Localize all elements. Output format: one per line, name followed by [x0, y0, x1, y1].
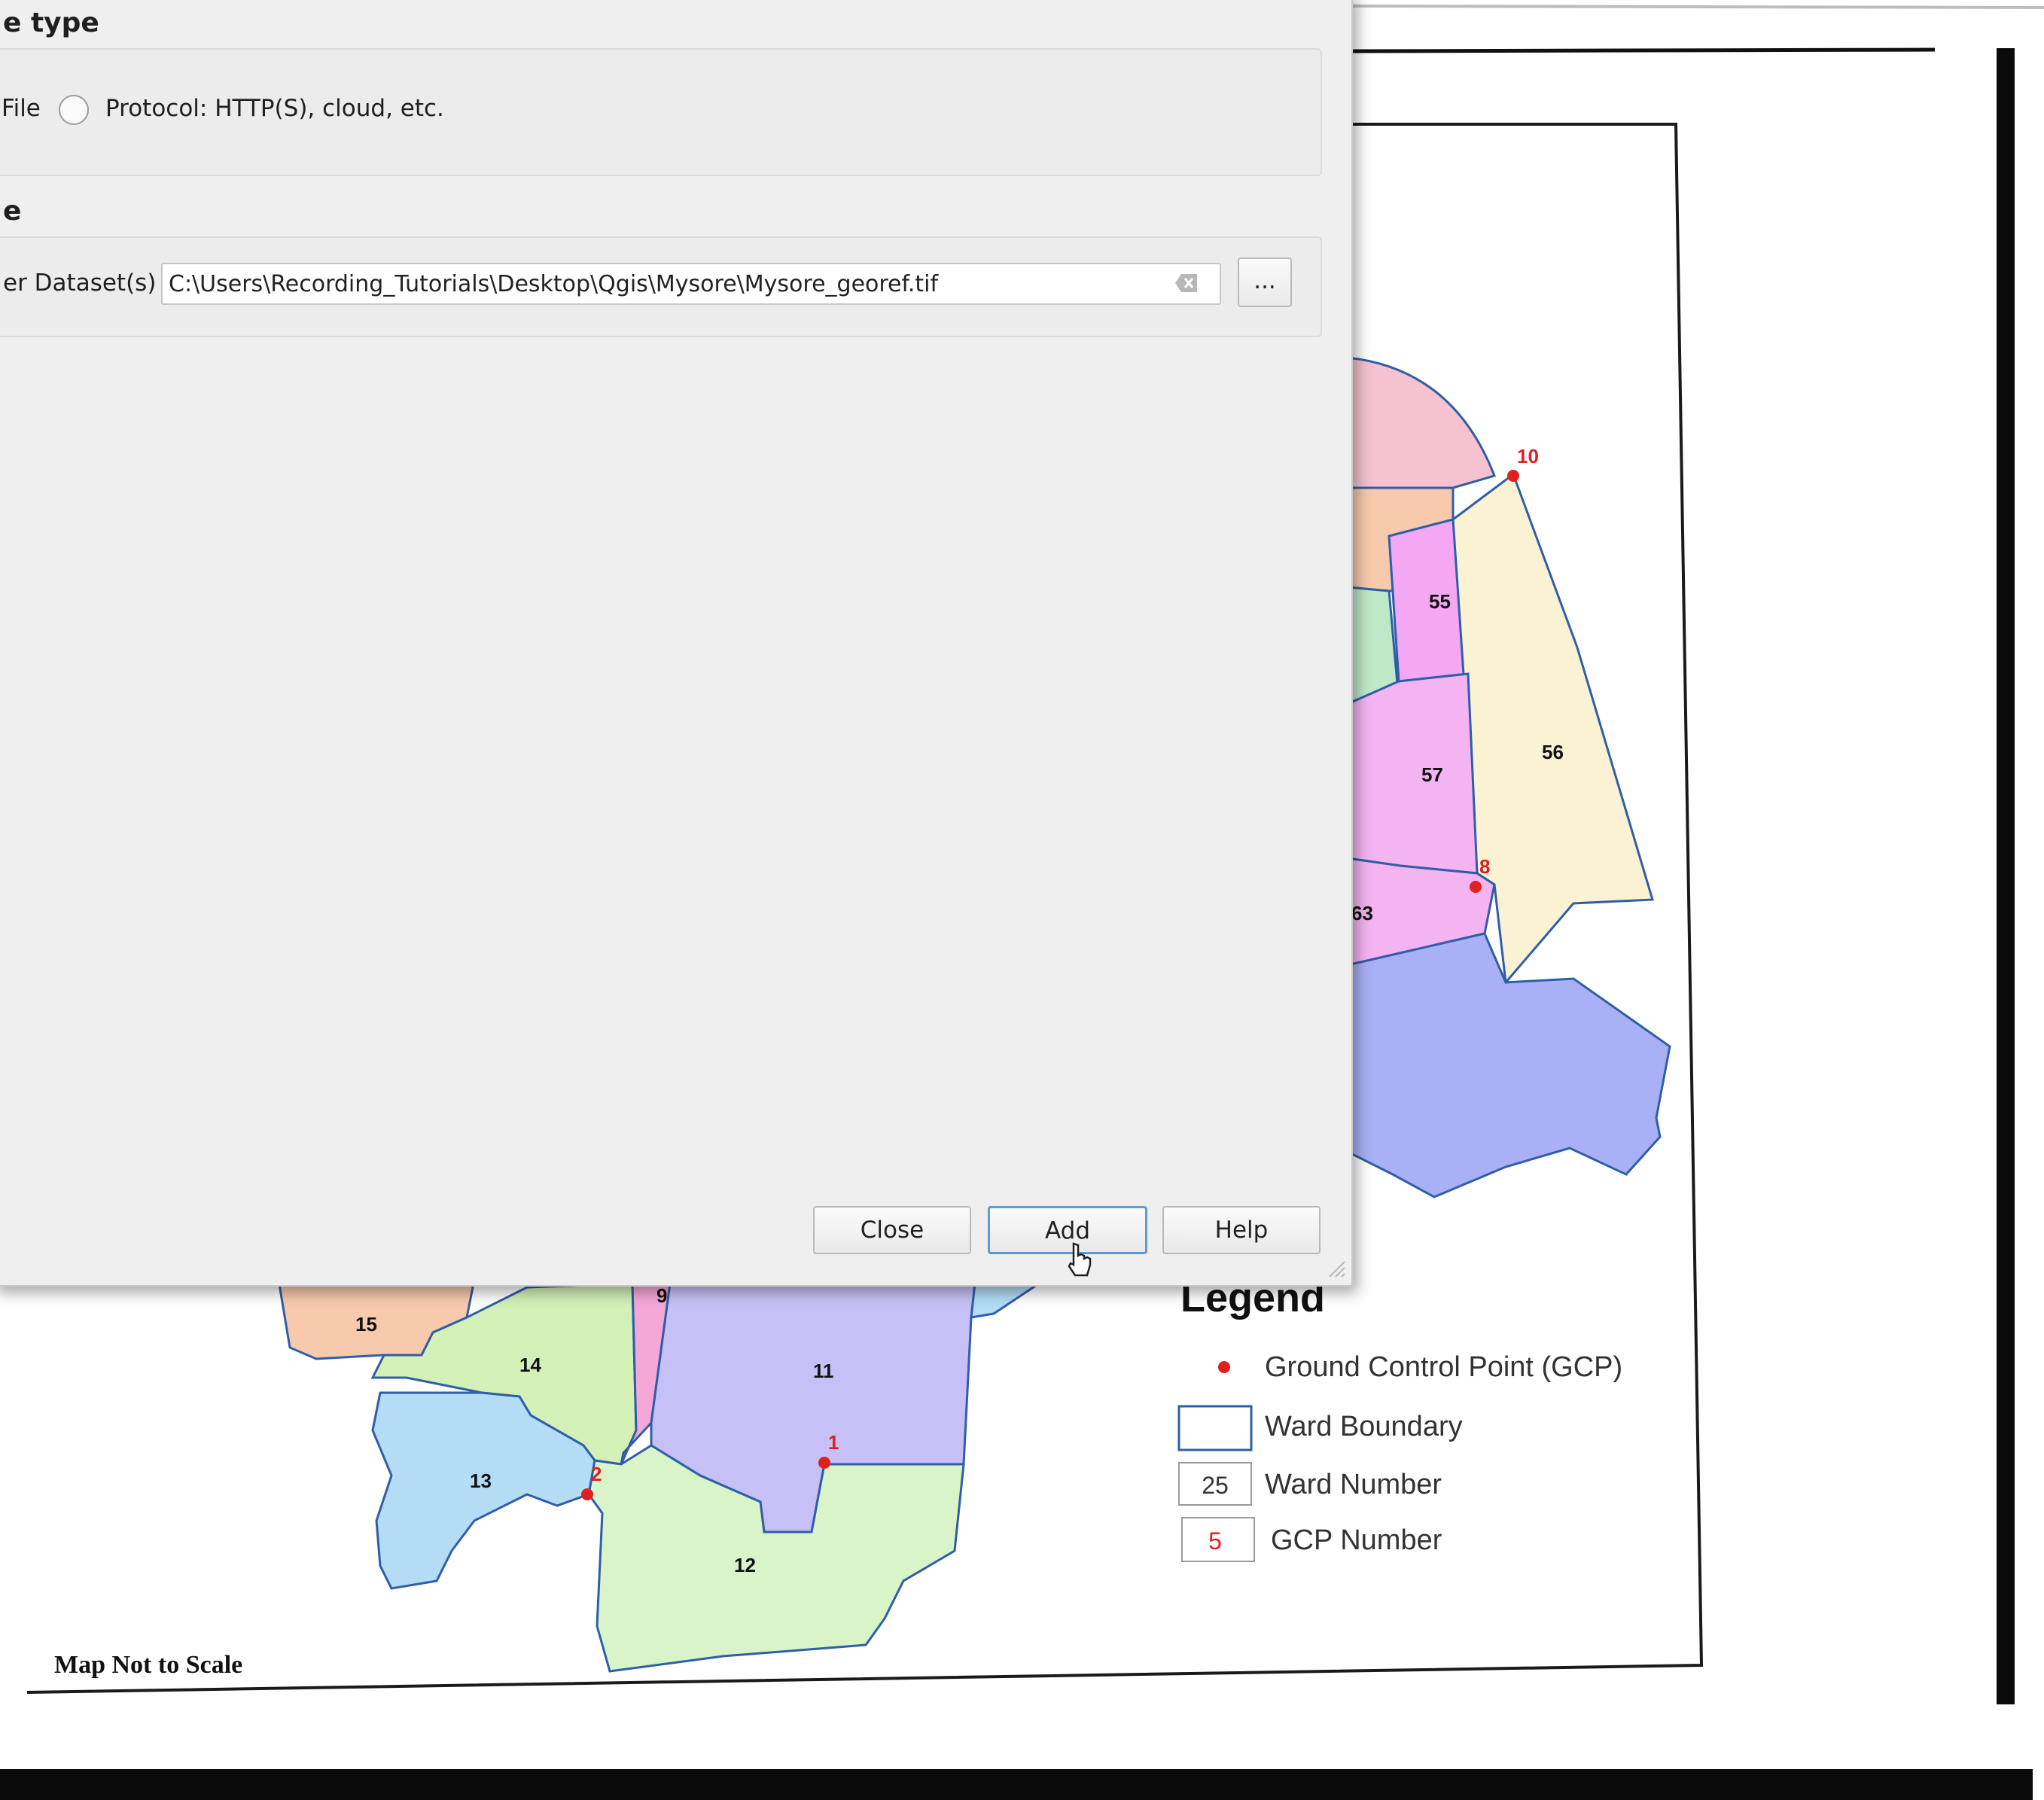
legend-ward-number-sample: 25	[1202, 1472, 1229, 1499]
ward-label: 56	[1542, 741, 1564, 763]
protocol-radio-label[interactable]: Protocol: HTTP(S), cloud, etc.	[105, 95, 444, 122]
ward-polygon	[1346, 356, 1496, 489]
legend-ward-boundary-symbol	[1177, 1405, 1253, 1451]
frame-top-line	[1347, 5, 2044, 9]
legend-ward-boundary-label: Ward Boundary	[1265, 1411, 1463, 1442]
ward-label: 15	[355, 1313, 377, 1336]
legend-gcp-label: Ground Control Point (GCP)	[1265, 1351, 1622, 1383]
gcp-label: 2	[591, 1463, 602, 1485]
ward-label: 14	[519, 1354, 541, 1376]
frame-bottom-bar	[0, 1769, 2033, 1800]
gcp-label: 10	[1517, 445, 1539, 468]
frame-line	[1347, 47, 1936, 53]
source-title: e	[3, 196, 22, 227]
mouse-pointer-icon	[1068, 1242, 1092, 1277]
help-button[interactable]: Help	[1162, 1206, 1321, 1254]
protocol-radio[interactable]	[59, 95, 89, 125]
gcp-point	[1470, 881, 1482, 893]
ward-label: 57	[1421, 763, 1443, 786]
browse-button[interactable]: ...	[1238, 257, 1292, 307]
clear-text-icon[interactable]	[1174, 271, 1200, 295]
ward-label: 55	[1429, 590, 1451, 613]
ward-label: 13	[470, 1470, 492, 1492]
close-button[interactable]: Close	[813, 1206, 971, 1254]
gcp-point	[818, 1457, 830, 1469]
source-type-title: e type	[3, 8, 99, 38]
ward-label: 11	[813, 1360, 834, 1382]
legend-gcp-symbol	[1218, 1361, 1230, 1373]
file-radio-label[interactable]: File	[2, 95, 41, 122]
legend-ward-number-label: Ward Number	[1265, 1469, 1442, 1500]
gcp-point	[1507, 470, 1519, 482]
ward-label: 63	[1351, 902, 1373, 924]
map-legend: Legend Ground Control Point (GCP) Ward B…	[1177, 1275, 1622, 1562]
map-scale-note: Map Not to Scale	[54, 1651, 242, 1679]
gcp-label: 1	[828, 1431, 839, 1454]
raster-dataset-path-input[interactable]	[161, 263, 1221, 305]
ward-polygon	[1346, 672, 1479, 875]
gcp-label: 8	[1479, 855, 1490, 878]
frame-right-bar	[1997, 48, 2015, 1704]
legend-gcp-number-label: GCP Number	[1271, 1524, 1442, 1556]
legend-gcp-number-sample: 5	[1208, 1527, 1222, 1555]
ward-label: 9	[656, 1284, 667, 1307]
gcp-point	[581, 1488, 593, 1500]
resize-grip-icon[interactable]	[1325, 1257, 1346, 1278]
ward-label: 12	[734, 1554, 756, 1576]
dataset-label: er Dataset(s)	[3, 270, 157, 297]
add-raster-layer-dialog: e type File Protocol: HTTP(S), cloud, et…	[0, 0, 1353, 1287]
